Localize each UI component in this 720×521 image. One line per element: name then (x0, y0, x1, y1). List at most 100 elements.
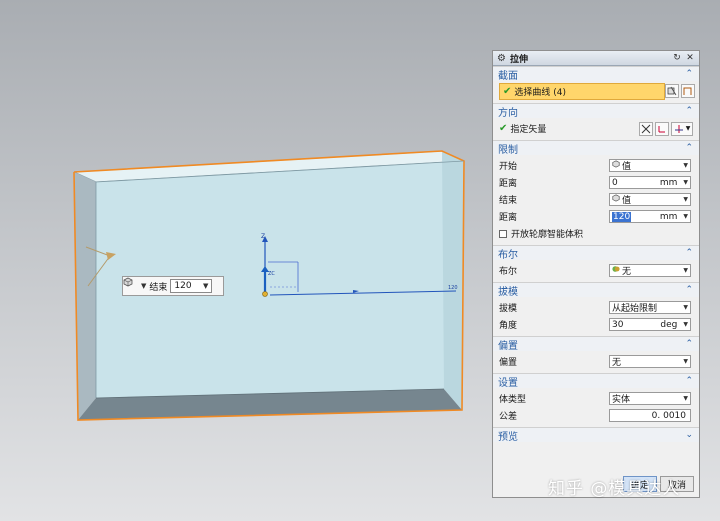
body-type-value: 实体 (612, 395, 631, 405)
section-title: 布尔 (498, 249, 518, 261)
end-value: 值 (622, 196, 632, 206)
check-icon: ✔ (503, 86, 512, 97)
boolean-dropdown[interactable]: 无 ▼ (609, 264, 691, 277)
angle-unit: deg (660, 319, 678, 330)
reset-icon[interactable]: ↻ (672, 53, 682, 63)
dimension-label: 120 (448, 285, 458, 291)
sketch-section-icon[interactable] (665, 84, 679, 98)
floating-end-control[interactable]: ▼ 结束 120 ▼ (122, 276, 224, 296)
offset-dropdown[interactable]: 无 ▼ (609, 355, 691, 368)
chevron-down-icon[interactable]: ▼ (683, 162, 688, 169)
boolean-value: 无 (622, 267, 632, 277)
offset-label: 偏置 (499, 358, 518, 368)
dialog-titlebar[interactable]: ⚙ 拉伸 ↻ ✕ (493, 51, 699, 66)
section-header-draft[interactable]: 拔模 ⌃ (493, 282, 699, 298)
tolerance-value: 0. 0010 (651, 410, 686, 421)
floating-end-label: 结束 (149, 282, 168, 293)
chevron-down-icon[interactable]: ▼ (683, 395, 688, 402)
open-profile-checkbox[interactable] (499, 229, 507, 238)
angle-value: 30 (612, 319, 624, 330)
inferred-vector-dropdown[interactable]: ▼ (671, 121, 693, 136)
section-header-boolean[interactable]: 布尔 ⌃ (493, 245, 699, 261)
watermark: 知乎 @模具达人 (548, 479, 681, 499)
section-title: 拔模 (498, 286, 518, 298)
draft-label: 拔模 (499, 304, 518, 314)
section-header-section[interactable]: 截面 ⌃ (493, 66, 699, 82)
open-profile-label: 开放轮廓智能体积 (511, 230, 584, 240)
section-title: 预览 (498, 431, 518, 443)
end-distance-value: 120 (612, 211, 632, 222)
vector-dialog-icon[interactable] (655, 121, 669, 136)
dialog-title: 拉伸 (509, 54, 528, 65)
section-title: 方向 (498, 107, 518, 119)
chevron-down-icon[interactable]: ▼ (683, 196, 688, 203)
section-title: 偏置 (498, 340, 518, 352)
close-icon[interactable]: ✕ (685, 53, 695, 63)
end-dropdown[interactable]: 值 ▼ (609, 193, 691, 206)
start-distance-input[interactable]: 0 mm ▼ (609, 176, 691, 189)
chevron-down-icon[interactable]: ▼ (683, 304, 688, 311)
angle-label: 角度 (499, 321, 518, 331)
start-dropdown[interactable]: 值 ▼ (609, 159, 691, 172)
end-distance-input[interactable]: 120 mm ▼ (609, 210, 691, 223)
start-label: 开始 (499, 162, 518, 172)
section-title: 限制 (498, 144, 518, 156)
tolerance-label: 公差 (499, 412, 518, 422)
select-curve-row[interactable]: ✔ 选择曲线 (4) (499, 83, 665, 100)
start-distance-unit: mm (659, 177, 678, 188)
section-header-preview[interactable]: 预览 ⌄ (493, 427, 699, 443)
cube-icon (123, 277, 138, 292)
axis-z-label: Z (261, 233, 265, 240)
chevron-up-icon[interactable]: ⌃ (685, 285, 693, 295)
chevron-down-icon[interactable]: ▼ (683, 179, 688, 186)
boolean-none-icon (612, 265, 620, 276)
end-distance-unit: mm (659, 211, 678, 222)
chevron-down-icon[interactable]: ▼ (683, 213, 688, 220)
select-curve-label: 选择曲线 (4) (514, 88, 567, 98)
curve-icon[interactable] (681, 84, 695, 98)
section-title: 设置 (498, 377, 518, 389)
chevron-up-icon[interactable]: ⌃ (685, 248, 693, 258)
section-header-direction[interactable]: 方向 ⌃ (493, 103, 699, 119)
chevron-down-icon[interactable]: ▼ (203, 282, 208, 290)
chevron-up-icon[interactable]: ⌃ (685, 339, 693, 349)
chevron-down-icon[interactable]: ▼ (683, 267, 688, 274)
chevron-up-icon[interactable]: ⌃ (685, 143, 693, 153)
section-header-offset[interactable]: 偏置 ⌃ (493, 336, 699, 352)
end-label: 结束 (499, 196, 518, 206)
extrude-dialog: ⚙ 拉伸 ↻ ✕ 截面 ⌃ ✔ 选择曲线 (4) 方向 ⌃ ✔ 指定矢量 ▼ 限… (492, 50, 700, 498)
boolean-label: 布尔 (499, 267, 518, 277)
value-cube-icon (612, 194, 620, 205)
chevron-down-icon[interactable]: ▼ (683, 321, 688, 328)
floating-end-input[interactable]: 120 ▼ (170, 279, 213, 293)
origin-point (262, 291, 268, 297)
chevron-down-icon[interactable]: ⌄ (685, 430, 693, 440)
section-title: 截面 (498, 70, 518, 82)
chevron-up-icon[interactable]: ⌃ (685, 376, 693, 386)
gear-icon[interactable]: ⚙ (497, 53, 506, 64)
value-cube-icon (612, 160, 620, 171)
body-type-dropdown[interactable]: 实体 ▼ (609, 392, 691, 405)
section-header-limits[interactable]: 限制 ⌃ (493, 140, 699, 156)
chevron-down-icon[interactable]: ▼ (683, 358, 688, 365)
axis-zc-label: ZC (268, 271, 275, 277)
tolerance-input[interactable]: 0. 0010 (609, 409, 691, 422)
offset-value: 无 (612, 358, 622, 368)
chevron-up-icon[interactable]: ⌃ (685, 69, 693, 79)
angle-input[interactable]: 30 deg ▼ (609, 318, 691, 331)
floating-end-value: 120 (174, 281, 192, 291)
chevron-down-icon[interactable]: ▼ (141, 282, 146, 290)
right-face (442, 151, 464, 410)
draft-value: 从起始限制 (612, 304, 658, 314)
draft-dropdown[interactable]: 从起始限制 ▼ (609, 301, 691, 314)
section-header-settings[interactable]: 设置 ⌃ (493, 373, 699, 389)
check-icon: ✔ (499, 123, 508, 134)
start-value: 值 (622, 162, 632, 172)
start-distance-value: 0 (612, 177, 618, 188)
open-profile-row[interactable]: 开放轮廓智能体积 (499, 225, 693, 242)
start-distance-label: 距离 (499, 179, 518, 189)
specify-vector-row[interactable]: ✔ 指定矢量 ▼ (499, 120, 693, 137)
body-type-label: 体类型 (499, 395, 527, 405)
chevron-up-icon[interactable]: ⌃ (685, 106, 693, 116)
reverse-direction-icon[interactable] (639, 121, 653, 136)
